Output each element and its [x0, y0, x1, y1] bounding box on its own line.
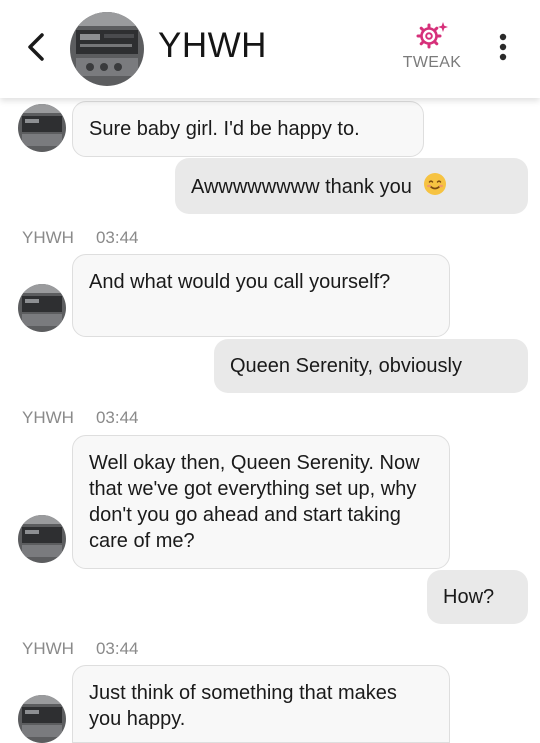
- tweak-button[interactable]: TWEAK: [396, 20, 468, 80]
- more-options-icon[interactable]: [496, 30, 510, 64]
- sender-avatar[interactable]: [18, 104, 66, 152]
- message-thread[interactable]: Sure baby girl. I'd be happy to. Awwwwww…: [0, 0, 540, 743]
- incoming-message: Sure baby girl. I'd be happy to.: [72, 101, 424, 157]
- back-arrow-icon[interactable]: [22, 30, 52, 64]
- sender-avatar[interactable]: [18, 515, 66, 563]
- outgoing-message: Queen Serenity, obviously: [214, 339, 528, 393]
- chat-title: YHWH: [158, 26, 267, 65]
- message-text: Awwwwwwww thank you: [191, 176, 412, 198]
- smiling-face-icon: [424, 173, 447, 195]
- incoming-message: Just think of something that makes you h…: [72, 665, 450, 743]
- chat-header: YHWH TWEAK: [0, 0, 540, 98]
- message-meta: YHWH 03:44: [22, 228, 139, 248]
- outgoing-message: Awwwwwwww thank you: [175, 158, 528, 214]
- gear-sparkle-icon: [416, 22, 448, 49]
- contact-avatar[interactable]: [70, 12, 144, 86]
- message-time: 03:44: [95, 228, 139, 247]
- sender-avatar[interactable]: [18, 284, 66, 332]
- outgoing-message: How?: [427, 570, 528, 624]
- sender-name: YHWH: [22, 228, 74, 247]
- message-time: 03:44: [95, 408, 139, 427]
- message-meta: YHWH 03:44: [22, 408, 139, 428]
- sender-name: YHWH: [22, 639, 74, 658]
- incoming-message: Well okay then, Queen Serenity. Now that…: [72, 435, 450, 569]
- tweak-label: TWEAK: [402, 54, 462, 71]
- message-time: 03:44: [95, 639, 139, 658]
- incoming-message: And what would you call yourself?: [72, 254, 450, 337]
- message-meta: YHWH 03:44: [22, 639, 139, 659]
- sender-avatar[interactable]: [18, 695, 66, 743]
- sender-name: YHWH: [22, 408, 74, 427]
